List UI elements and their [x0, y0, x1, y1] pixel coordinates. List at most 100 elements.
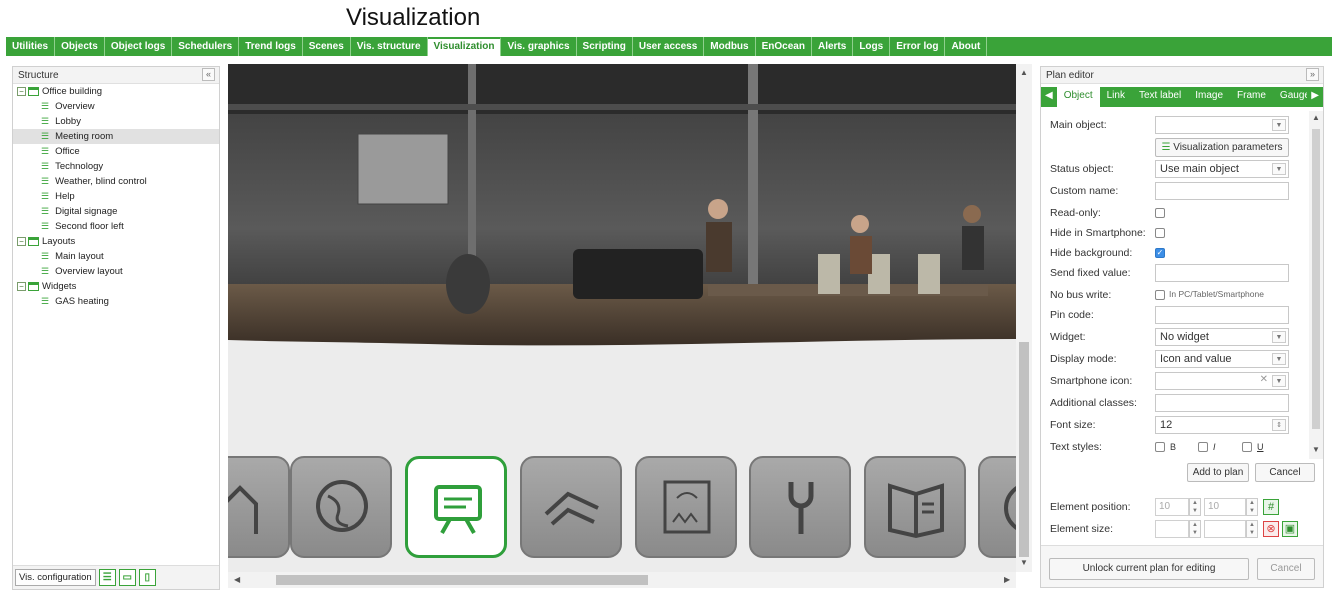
scroll-down-icon[interactable]: ▼	[1312, 445, 1320, 454]
resize-icon[interactable]: ⊗	[1263, 521, 1279, 537]
scroll-up-icon[interactable]: ▲	[1312, 113, 1320, 122]
nav-tab-alerts[interactable]: Alerts	[812, 37, 854, 56]
form-scrollbar[interactable]: ▲ ▼	[1309, 111, 1323, 459]
dock-tile-home[interactable]	[228, 456, 290, 558]
nav-tab-objects[interactable]: Objects	[55, 37, 105, 56]
nav-tab-logs[interactable]: Logs	[853, 37, 891, 56]
read-only-checkbox[interactable]	[1155, 208, 1165, 218]
editor-tab-frame[interactable]: Frame	[1230, 87, 1273, 107]
nav-tab-visualization[interactable]: Visualization	[427, 37, 502, 56]
visualization-canvas[interactable]	[228, 64, 1016, 572]
size-width-input[interactable]	[1155, 520, 1189, 538]
tree-item[interactable]: ☰ Main layout	[13, 249, 219, 264]
pin-code-input[interactable]	[1155, 306, 1289, 324]
visualization-parameters-button[interactable]: ☰ Visualization parameters	[1155, 138, 1289, 157]
dock-tile-weather[interactable]	[635, 456, 737, 558]
font-size-input[interactable]: 12 ⇕	[1155, 416, 1289, 434]
nav-tab-modbus[interactable]: Modbus	[704, 37, 756, 56]
nav-tab-error-log[interactable]: Error log	[890, 37, 946, 56]
tree-item[interactable]: ☰ Office	[13, 144, 219, 159]
dock-tile-digital-signage[interactable]	[405, 456, 507, 558]
monitor-icon[interactable]: ▭	[118, 569, 136, 586]
expand-panel-button[interactable]: »	[1306, 68, 1319, 81]
nav-tab-object-logs[interactable]: Object logs	[105, 37, 173, 56]
vis-configuration-button[interactable]: Vis. configuration	[15, 569, 96, 586]
tree-item[interactable]: ☰ Second floor left	[13, 219, 219, 234]
nav-tab-vis-structure[interactable]: Vis. structure	[351, 37, 428, 56]
footer-cancel-button[interactable]: Cancel	[1257, 558, 1315, 580]
nav-tab-scenes[interactable]: Scenes	[303, 37, 351, 56]
tree-folder[interactable]: − Office building	[13, 84, 219, 99]
editor-tab-image[interactable]: Image	[1188, 87, 1230, 107]
size-width-spinner[interactable]: ▲ ▼	[1189, 520, 1201, 538]
position-y-input[interactable]: 10	[1204, 498, 1246, 516]
vertical-scroll-thumb[interactable]	[1019, 342, 1029, 557]
status-object-select[interactable]: Use main object ▼	[1155, 160, 1289, 178]
unlock-plan-button[interactable]: Unlock current plan for editing	[1049, 558, 1249, 580]
list-settings-icon[interactable]: ☰	[98, 569, 116, 586]
tabs-scroll-right-icon[interactable]: ▶	[1307, 87, 1323, 101]
no-bus-write-checkbox[interactable]	[1155, 290, 1165, 300]
canvas-vertical-scrollbar[interactable]: ▲ ▼	[1016, 64, 1032, 572]
position-y-spinner[interactable]: ▲ ▼	[1246, 498, 1258, 516]
dock-tile-more[interactable]	[978, 456, 1016, 558]
scroll-right-icon[interactable]: ▶	[1004, 575, 1010, 584]
scroll-down-icon[interactable]: ▼	[1020, 558, 1028, 567]
send-fixed-value-input[interactable]	[1155, 264, 1289, 282]
tree-item[interactable]: ☰ Digital signage	[13, 204, 219, 219]
phone-icon[interactable]: ▯	[138, 569, 156, 586]
additional-classes-input[interactable]	[1155, 394, 1289, 412]
size-height-spinner[interactable]: ▲ ▼	[1246, 520, 1258, 538]
tree-item[interactable]: ☰ Technology	[13, 159, 219, 174]
tree-item[interactable]: ☰ Meeting room	[13, 129, 219, 144]
collapse-panel-button[interactable]: «	[202, 68, 215, 81]
cancel-button[interactable]: Cancel	[1255, 463, 1315, 482]
dock-tile-help[interactable]	[864, 456, 966, 558]
widget-select[interactable]: No widget ▼	[1155, 328, 1289, 346]
italic-checkbox[interactable]	[1198, 442, 1208, 452]
editor-tab-object[interactable]: Object	[1056, 87, 1100, 107]
editor-tab-text-label[interactable]: Text label	[1132, 87, 1188, 107]
canvas-horizontal-scrollbar[interactable]: ◀ ▶	[228, 572, 1016, 588]
tree-item[interactable]: ☰ Help	[13, 189, 219, 204]
nav-tab-about[interactable]: About	[945, 37, 988, 56]
tree-item[interactable]: ☰ GAS heating	[13, 294, 219, 309]
dock-tile-pipes[interactable]	[520, 456, 622, 558]
tree-item[interactable]: ☰ Overview layout	[13, 264, 219, 279]
add-to-plan-button[interactable]: Add to plan	[1187, 463, 1249, 482]
tabs-scroll-left-icon[interactable]: ◀	[1041, 87, 1057, 107]
grid-icon[interactable]: #	[1263, 499, 1279, 515]
lock-icon[interactable]: ▣	[1282, 521, 1298, 537]
scroll-left-icon[interactable]: ◀	[234, 575, 240, 584]
form-scroll-thumb[interactable]	[1312, 129, 1320, 429]
clear-icon[interactable]: ✕	[1260, 374, 1268, 385]
nav-tab-vis-graphics[interactable]: Vis. graphics	[501, 37, 577, 56]
tree-folder[interactable]: − Widgets	[13, 279, 219, 294]
spinner-icon[interactable]: ⇕	[1272, 419, 1286, 431]
horizontal-scroll-thumb[interactable]	[276, 575, 648, 585]
bold-checkbox[interactable]	[1155, 442, 1165, 452]
dock-tile-globe[interactable]	[290, 456, 392, 558]
nav-tab-utilities[interactable]: Utilities	[6, 37, 56, 56]
nav-tab-trend-logs[interactable]: Trend logs	[239, 37, 303, 56]
position-x-spinner[interactable]: ▲ ▼	[1189, 498, 1201, 516]
dock-tile-tools[interactable]	[749, 456, 851, 558]
nav-tab-enocean[interactable]: EnOcean	[756, 37, 812, 56]
nav-tab-scripting[interactable]: Scripting	[577, 37, 633, 56]
size-height-input[interactable]	[1204, 520, 1246, 538]
collapse-toggle-icon[interactable]: −	[17, 281, 26, 291]
display-mode-select[interactable]: Icon and value ▼	[1155, 350, 1289, 368]
tree-folder[interactable]: − Layouts	[13, 234, 219, 249]
collapse-toggle-icon[interactable]: −	[17, 236, 26, 246]
tree-item[interactable]: ☰ Overview	[13, 99, 219, 114]
underline-checkbox[interactable]	[1242, 442, 1252, 452]
nav-tab-user-access[interactable]: User access	[633, 37, 705, 56]
custom-name-input[interactable]	[1155, 182, 1289, 200]
editor-tab-link[interactable]: Link	[1100, 87, 1132, 107]
nav-tab-schedulers[interactable]: Schedulers	[172, 37, 240, 56]
smartphone-icon-select[interactable]: ✕ ▼	[1155, 372, 1289, 390]
scroll-up-icon[interactable]: ▲	[1020, 68, 1028, 77]
tree-item[interactable]: ☰ Lobby	[13, 114, 219, 129]
tree-item[interactable]: ☰ Weather, blind control	[13, 174, 219, 189]
hide-in-smartphone-checkbox[interactable]	[1155, 228, 1165, 238]
